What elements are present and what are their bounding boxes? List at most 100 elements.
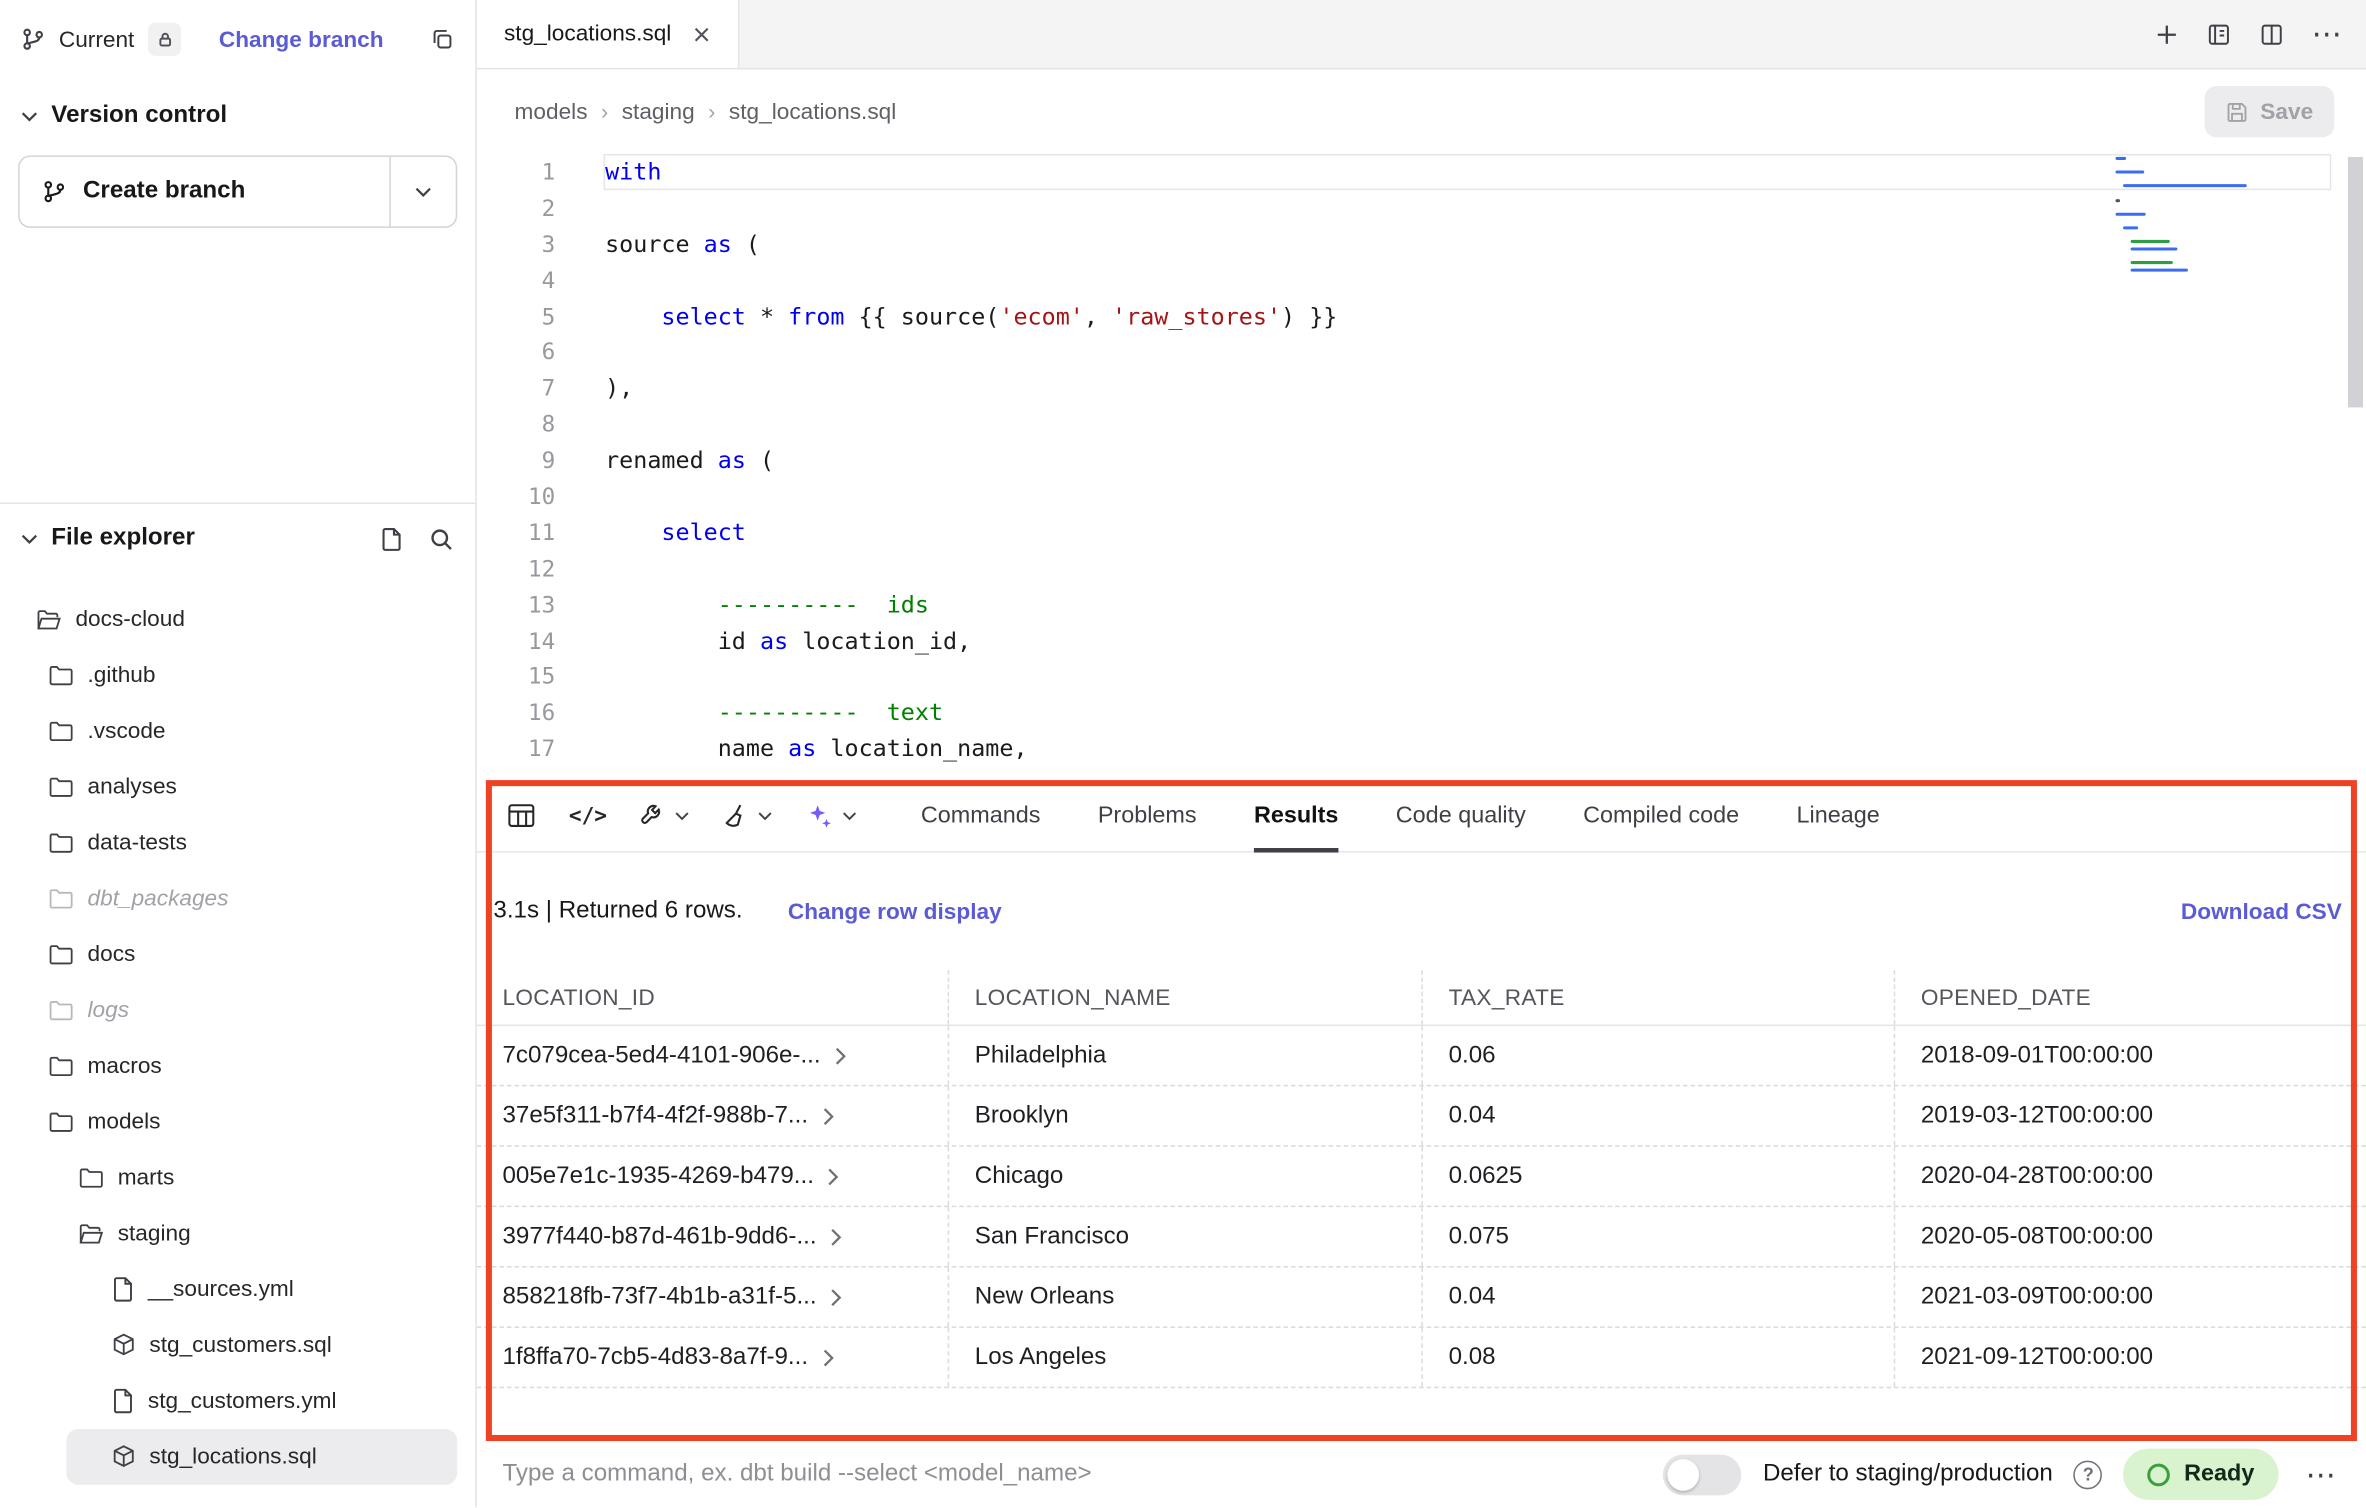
copy-icon[interactable] bbox=[430, 27, 454, 51]
expand-cell-icon[interactable] bbox=[820, 1348, 835, 1366]
tree-item-analyses[interactable]: analyses bbox=[0, 759, 475, 815]
code-line-10[interactable]: 10 bbox=[477, 478, 2366, 514]
editor-tab-stg-locations[interactable]: stg_locations.sql bbox=[477, 0, 739, 68]
line-content: ---------- ids bbox=[605, 591, 929, 618]
expand-cell-icon[interactable] bbox=[829, 1228, 844, 1246]
result-row[interactable]: 3977f440-b87d-461b-9dd6-...San Francisco… bbox=[477, 1207, 2366, 1267]
change-row-display-link[interactable]: Change row display bbox=[788, 899, 1002, 925]
editor-scrollbar[interactable] bbox=[2348, 154, 2363, 776]
result-row[interactable]: 37e5f311-b7f4-4f2f-988b-7...Brooklyn0.04… bbox=[477, 1086, 2366, 1146]
code-line-15[interactable]: 15 bbox=[477, 659, 2366, 695]
minimap[interactable] bbox=[2116, 157, 2252, 275]
expand-cell-icon[interactable] bbox=[829, 1288, 844, 1306]
create-branch-dropdown[interactable] bbox=[389, 157, 455, 226]
help-icon[interactable]: ? bbox=[2074, 1460, 2103, 1489]
result-row[interactable]: 005e7e1c-1935-4269-b479...Chicago0.06252… bbox=[477, 1147, 2366, 1207]
command-bar: Defer to staging/production ? Ready ⋯ bbox=[477, 1441, 2366, 1507]
code-line-14[interactable]: 14 id as location_id, bbox=[477, 623, 2366, 659]
tree-item-logs[interactable]: logs bbox=[0, 982, 475, 1038]
split-editor-icon[interactable] bbox=[2259, 22, 2285, 46]
ready-status-icon bbox=[2148, 1463, 2171, 1486]
panel-tab-lineage[interactable]: Lineage bbox=[1797, 779, 1880, 851]
tree-item-marts[interactable]: marts bbox=[0, 1150, 475, 1206]
code-line-17[interactable]: 17 name as location_name, bbox=[477, 731, 2366, 767]
tree-item--vscode[interactable]: .vscode bbox=[0, 703, 475, 759]
defer-toggle[interactable] bbox=[1663, 1454, 1741, 1495]
tree-item-data-tests[interactable]: data-tests bbox=[0, 815, 475, 871]
opened-date-cell: 2020-05-08T00:00:00 bbox=[1894, 1207, 2366, 1266]
code-line-5[interactable]: 5 select * from {{ source('ecom', 'raw_s… bbox=[477, 298, 2366, 334]
panel-tab-code-quality[interactable]: Code quality bbox=[1396, 779, 1526, 851]
tree-item-models[interactable]: models bbox=[0, 1094, 475, 1150]
tree-item--sources-yml[interactable]: __sources.yml bbox=[0, 1261, 475, 1317]
tree-item-staging[interactable]: staging bbox=[0, 1206, 475, 1262]
tree-item-macros[interactable]: macros bbox=[0, 1038, 475, 1094]
code-line-6[interactable]: 6 bbox=[477, 334, 2366, 370]
line-content: select bbox=[605, 519, 746, 546]
line-number: 2 bbox=[477, 194, 555, 221]
search-icon[interactable] bbox=[429, 526, 455, 552]
expand-cell-icon[interactable] bbox=[826, 1167, 841, 1185]
scrollbar-thumb[interactable] bbox=[2348, 157, 2363, 407]
panel-tab-problems[interactable]: Problems bbox=[1098, 779, 1197, 851]
code-line-1[interactable]: 1with bbox=[477, 154, 2366, 190]
chevron-right-icon: › bbox=[601, 100, 608, 124]
panel-tab-commands[interactable]: Commands bbox=[921, 779, 1041, 851]
code-line-2[interactable]: 2 bbox=[477, 190, 2366, 226]
table-view-icon[interactable] bbox=[507, 803, 536, 829]
code-line-7[interactable]: 7), bbox=[477, 370, 2366, 406]
location-name-cell: Los Angeles bbox=[948, 1328, 1422, 1387]
result-row[interactable]: 1f8ffa70-7cb5-4d83-8a7f-9...Los Angeles0… bbox=[477, 1328, 2366, 1388]
tree-item-stg-customers-yml[interactable]: stg_customers.yml bbox=[0, 1373, 475, 1429]
create-branch-button[interactable]: Create branch bbox=[18, 155, 457, 227]
code-line-12[interactable]: 12 bbox=[477, 550, 2366, 586]
expand-cell-icon[interactable] bbox=[820, 1107, 835, 1125]
code-line-9[interactable]: 9renamed as ( bbox=[477, 442, 2366, 478]
line-number: 15 bbox=[477, 663, 555, 690]
code-line-8[interactable]: 8 bbox=[477, 406, 2366, 442]
tax-rate-cell: 0.04 bbox=[1421, 1086, 1893, 1145]
tree-item-stg-locations-sql[interactable]: stg_locations.sql bbox=[66, 1429, 457, 1485]
line-content: with bbox=[605, 158, 661, 185]
tree-item-docs[interactable]: docs bbox=[0, 926, 475, 982]
command-bar-more-icon[interactable]: ⋯ bbox=[2300, 1455, 2342, 1493]
file-explorer-header[interactable]: File explorer bbox=[0, 504, 475, 573]
tree-item-label: marts bbox=[118, 1165, 175, 1191]
ai-assist-button[interactable] bbox=[806, 802, 857, 829]
code-line-13[interactable]: 13 ---------- ids bbox=[477, 587, 2366, 623]
result-row[interactable]: 858218fb-73f7-4b1b-a31f-5...New Orleans0… bbox=[477, 1268, 2366, 1328]
save-button[interactable]: Save bbox=[2204, 86, 2334, 137]
tree-item-label: stg_customers.yml bbox=[148, 1388, 337, 1414]
code-line-3[interactable]: 3source as ( bbox=[477, 226, 2366, 262]
code-line-11[interactable]: 11 select bbox=[477, 514, 2366, 550]
tree-item-label: models bbox=[88, 1109, 161, 1135]
current-branch-label: Current bbox=[59, 26, 134, 52]
panel-tab-compiled-code[interactable]: Compiled code bbox=[1583, 779, 1739, 851]
change-branch-link[interactable]: Change branch bbox=[219, 26, 384, 52]
tree-item-stg-customers-sql[interactable]: stg_customers.sql bbox=[0, 1317, 475, 1373]
command-input[interactable] bbox=[502, 1461, 1642, 1488]
download-csv-link[interactable]: Download CSV bbox=[2181, 899, 2342, 925]
code-line-4[interactable]: 4 bbox=[477, 262, 2366, 298]
dbt-ide-app: Current Change branch Version control Cr… bbox=[0, 0, 2366, 1507]
result-row[interactable]: 7c079cea-5ed4-4101-906e-...Philadelphia0… bbox=[477, 1026, 2366, 1086]
build-tools-button[interactable] bbox=[640, 803, 690, 829]
line-number: 16 bbox=[477, 699, 555, 726]
code-editor[interactable]: 1with 2 3source as (45 select * from {{ so… bbox=[477, 154, 2366, 780]
new-tab-icon[interactable] bbox=[2155, 22, 2179, 46]
code-line-16[interactable]: 16 ---------- text bbox=[477, 695, 2366, 731]
code-view-icon[interactable]: </> bbox=[569, 804, 607, 828]
folder-icon bbox=[48, 1111, 74, 1134]
panel-tab-results[interactable]: Results bbox=[1254, 779, 1339, 851]
more-options-icon[interactable]: ⋯ bbox=[2312, 19, 2342, 49]
tree-item-label: stg_customers.sql bbox=[149, 1332, 331, 1358]
expand-cell-icon[interactable] bbox=[833, 1046, 848, 1064]
tree-item-docs-cloud[interactable]: docs-cloud bbox=[0, 592, 475, 648]
new-file-icon[interactable] bbox=[379, 526, 405, 552]
version-control-header[interactable]: Version control bbox=[0, 78, 475, 129]
tree-item--github[interactable]: .github bbox=[0, 647, 475, 703]
close-icon[interactable] bbox=[692, 25, 710, 43]
tree-item-dbt-packages[interactable]: dbt_packages bbox=[0, 871, 475, 927]
format-button[interactable] bbox=[723, 803, 773, 829]
editor-layout-icon[interactable] bbox=[2206, 22, 2232, 46]
